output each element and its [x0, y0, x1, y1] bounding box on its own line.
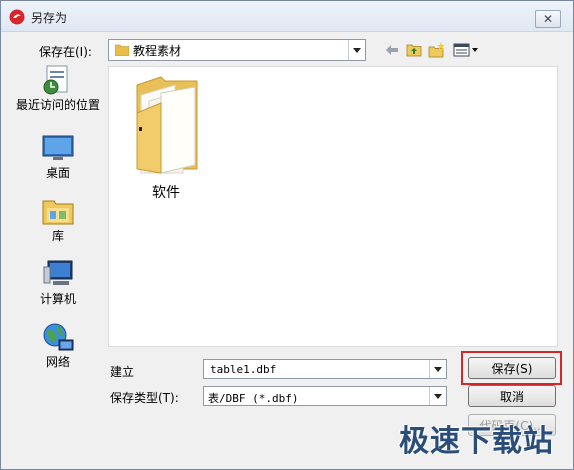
filetype-label: 保存类型(T): — [110, 391, 179, 405]
save-in-dropdown[interactable]: 教程素材 — [108, 39, 366, 61]
filetype-value: 表/DBF (*.dbf) — [208, 392, 299, 405]
chevron-down-icon[interactable] — [429, 387, 446, 405]
place-label: 计算机 — [39, 292, 76, 306]
chevron-down-icon[interactable] — [348, 40, 365, 60]
file-list[interactable]: 软件 — [108, 66, 558, 347]
filename-input[interactable]: table1.dbf — [203, 359, 447, 379]
place-recent[interactable]: 最近访问的位置 — [11, 63, 105, 112]
up-folder-icon — [406, 44, 422, 57]
computer-icon — [43, 260, 73, 285]
save-as-dialog: 另存为 ✕ 保存在(I): 教程素材 最近访问的位置 桌面 库 计算机 网络 软… — [0, 0, 574, 470]
save-button[interactable]: 保存(S) — [468, 357, 556, 379]
place-label: 桌面 — [45, 166, 70, 180]
place-network[interactable]: 网络 — [11, 320, 105, 369]
view-menu-button[interactable] — [452, 41, 480, 59]
libraries-icon — [42, 200, 74, 225]
place-libraries[interactable]: 库 — [11, 194, 105, 243]
desktop-icon — [42, 135, 74, 160]
place-label: 最近访问的位置 — [15, 98, 100, 112]
window-title: 另存为 — [31, 11, 68, 25]
close-icon: ✕ — [542, 12, 554, 26]
back-button[interactable] — [383, 41, 401, 59]
back-arrow-icon — [386, 45, 398, 55]
file-name: 软件 — [152, 185, 180, 201]
places-bar: 最近访问的位置 桌面 库 计算机 网络 — [11, 63, 105, 393]
place-computer[interactable]: 计算机 — [11, 257, 105, 306]
title-bar: 另存为 ✕ — [1, 1, 573, 32]
place-desktop[interactable]: 桌面 — [11, 131, 105, 180]
filetype-dropdown[interactable]: 表/DBF (*.dbf) — [203, 386, 447, 406]
view-list-icon — [453, 43, 478, 57]
recent-places-icon — [43, 65, 68, 95]
place-label: 网络 — [45, 355, 70, 369]
up-folder-button[interactable] — [405, 41, 423, 59]
folder-icon — [115, 44, 129, 56]
save-in-value: 教程素材 — [133, 44, 182, 58]
filename-value: table1.dbf — [210, 363, 277, 376]
new-folder-icon — [428, 42, 445, 58]
filename-label: 建立 — [110, 365, 135, 379]
network-icon — [43, 323, 74, 351]
list-item[interactable]: 软件 — [121, 73, 211, 202]
watermark: 极速下载站 — [399, 424, 554, 459]
close-button[interactable]: ✕ — [535, 10, 561, 28]
new-folder-button[interactable] — [428, 41, 446, 59]
folder-icon — [136, 76, 198, 174]
cancel-button[interactable]: 取消 — [468, 385, 556, 407]
place-label: 库 — [51, 229, 64, 243]
chevron-down-icon[interactable] — [429, 360, 446, 378]
app-logo-icon — [9, 9, 25, 25]
save-in-label: 保存在(I): — [39, 45, 92, 59]
